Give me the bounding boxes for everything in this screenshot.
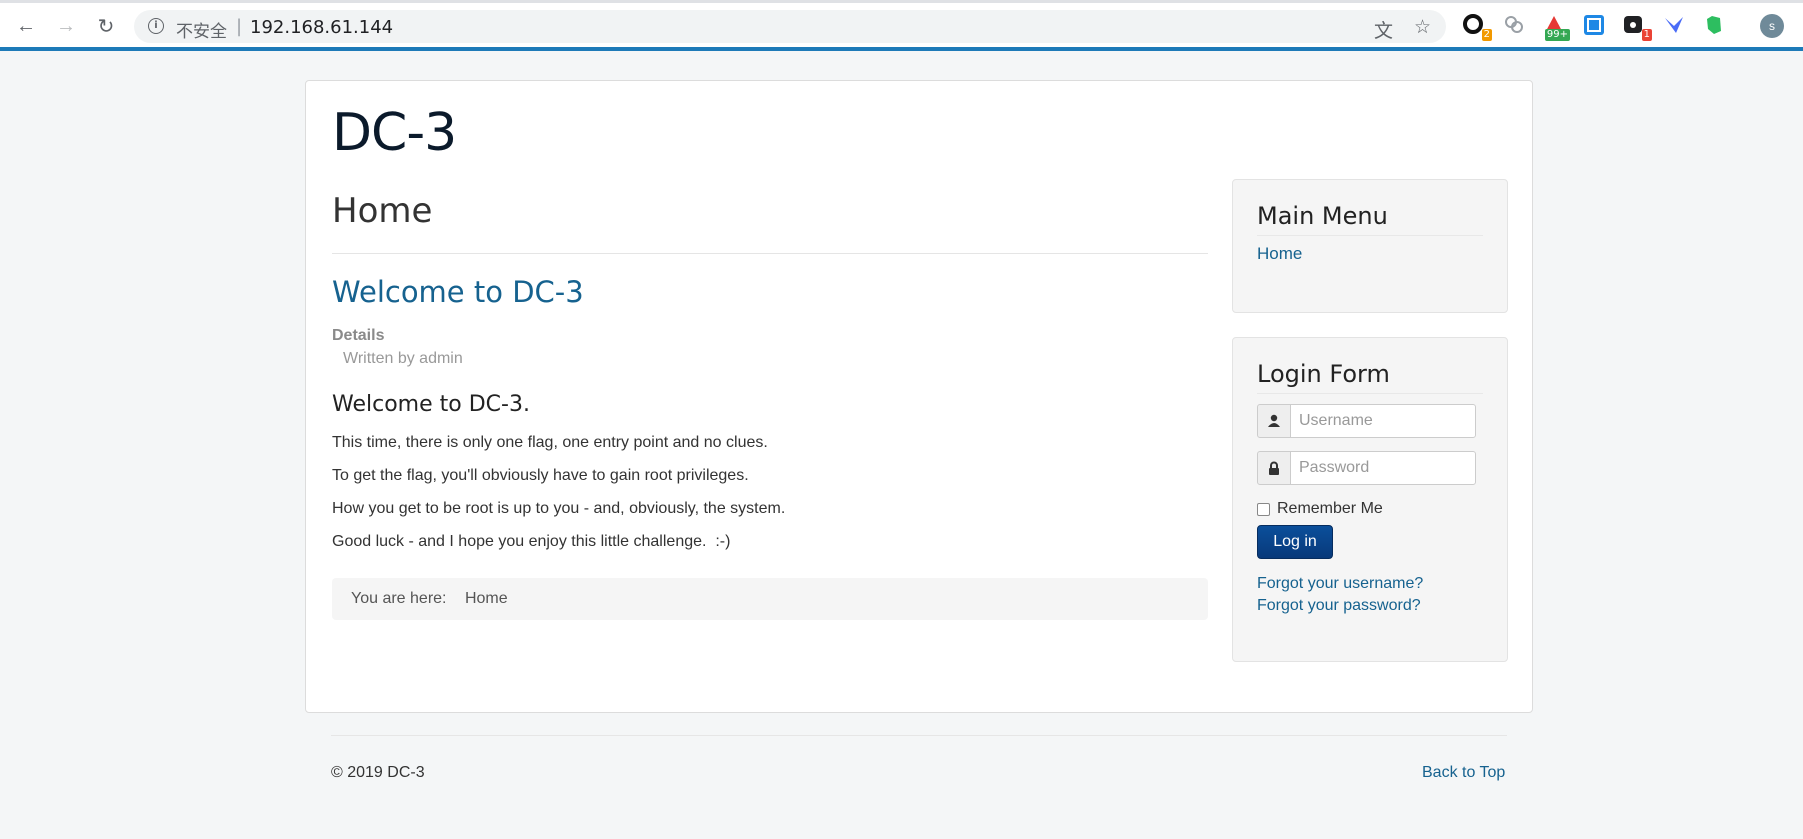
info-icon[interactable]: i — [148, 18, 164, 34]
extension-badge: 2 — [1481, 29, 1492, 41]
module-divider — [1257, 393, 1483, 394]
extension-dark-icon[interactable]: 1 — [1622, 13, 1652, 41]
back-arrow-icon[interactable]: ← — [12, 12, 40, 40]
extension-bird-icon[interactable] — [1662, 13, 1686, 37]
extension-bird-graphic — [1665, 17, 1683, 33]
extension-blue-graphic — [1584, 15, 1604, 35]
remember-me: Remember Me — [1257, 500, 1383, 518]
footer-divider — [331, 735, 1507, 736]
page-container: DC-3 Home Welcome to DC-3 Details Writte… — [305, 80, 1533, 713]
page-header: Home — [332, 191, 1208, 254]
tab-strip-edge — [0, 0, 1803, 3]
username-input[interactable] — [1290, 404, 1476, 438]
page-title: Home — [332, 191, 433, 231]
user-icon-graphic — [1268, 414, 1280, 427]
translate-icon[interactable]: 文 — [1374, 16, 1393, 43]
profile-avatar[interactable]: s — [1760, 14, 1784, 38]
extension-link-icon[interactable] — [1502, 13, 1526, 37]
article-author: Written by admin — [343, 350, 463, 367]
login-form-title: Login Form — [1257, 360, 1390, 388]
user-icon — [1257, 404, 1291, 438]
security-status[interactable]: 不安全 — [176, 17, 227, 42]
copyright: © 2019 DC-3 — [331, 764, 425, 781]
menu-item-home[interactable]: Home — [1257, 244, 1302, 264]
login-button[interactable]: Log in — [1257, 525, 1333, 559]
evernote-graphic — [1707, 16, 1721, 34]
extension-blue-icon[interactable] — [1582, 13, 1606, 37]
breadcrumb-prefix: You are here: — [351, 590, 447, 607]
star-bookmark-icon[interactable]: ☆ — [1414, 16, 1431, 38]
article-paragraph: This time, there is only one flag, one e… — [332, 434, 768, 451]
reload-icon[interactable]: ↻ — [92, 12, 120, 40]
extension-link-graphic — [1505, 16, 1523, 33]
forgot-username-link[interactable]: Forgot your username? — [1257, 575, 1423, 593]
password-input[interactable] — [1290, 451, 1476, 485]
forward-arrow-icon[interactable]: → — [52, 12, 80, 40]
article-title-link[interactable]: Welcome to DC-3 — [332, 275, 584, 309]
article-paragraph: Good luck - and I hope you enjoy this li… — [332, 533, 731, 550]
breadcrumb-current: Home — [464, 590, 508, 607]
url-text[interactable]: 192.168.61.144 — [250, 17, 393, 38]
back-to-top-link[interactable]: Back to Top — [1422, 764, 1505, 782]
username-group — [1257, 404, 1476, 438]
forgot-password-link[interactable]: Forgot your password? — [1257, 597, 1421, 615]
main-menu-module: Main Menu Home — [1232, 179, 1508, 313]
article-paragraph: To get the flag, you'll obviously have t… — [332, 467, 749, 484]
extension-circle-icon[interactable]: 2 — [1462, 13, 1492, 41]
extension-badge: 1 — [1641, 29, 1652, 41]
lock-icon-graphic — [1269, 461, 1279, 475]
remember-me-checkbox[interactable] — [1257, 502, 1270, 516]
url-separator: | — [236, 16, 243, 37]
main-menu-title: Main Menu — [1257, 202, 1388, 230]
remember-me-label[interactable]: Remember Me — [1277, 500, 1383, 518]
breadcrumb: You are here: Home — [332, 578, 1208, 620]
address-bar[interactable]: i 不安全 | 192.168.61.144 文 ☆ — [134, 10, 1446, 43]
password-group — [1257, 451, 1476, 485]
article-heading: Welcome to DC-3. — [332, 392, 530, 417]
extension-badge: 99+ — [1544, 29, 1570, 41]
module-divider — [1257, 235, 1483, 236]
site-brand[interactable]: DC-3 — [332, 103, 457, 163]
browser-toolbar: ← → ↻ i 不安全 | 192.168.61.144 文 ☆ 2 99+ 1… — [0, 0, 1803, 51]
extension-red-icon[interactable]: 99+ — [1542, 13, 1570, 41]
login-form-module: Login Form Remember Me Log in Forgot you… — [1232, 337, 1508, 662]
article-paragraph: How you get to be root is up to you - an… — [332, 500, 786, 517]
evernote-icon[interactable] — [1702, 13, 1726, 37]
details-label: Details — [332, 327, 385, 344]
lock-icon — [1257, 451, 1291, 485]
